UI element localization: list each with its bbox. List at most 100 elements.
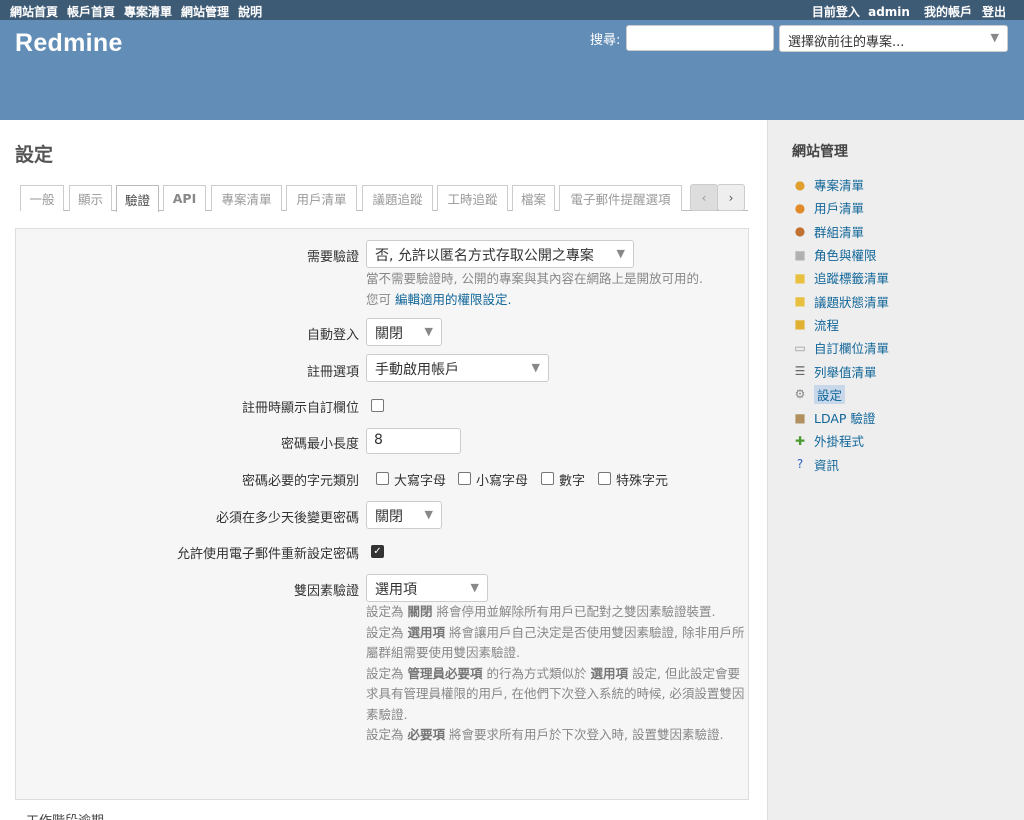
search-input[interactable] bbox=[626, 25, 775, 51]
password-max-age-label: 必須在多少天後變更密碼 bbox=[215, 511, 359, 526]
password-min-length-input[interactable]: 8 bbox=[366, 428, 461, 454]
digits-checkbox[interactable] bbox=[541, 472, 554, 485]
sidebar-item-roles[interactable]: ■ 角色與權限 bbox=[792, 243, 889, 266]
sidebar-item-label[interactable]: LDAP 驗證 bbox=[814, 408, 875, 427]
login-required-info: 當不需要驗證時, 公開的專案與其內容在網路上是開放可用的. 您可 編輯適用的權限… bbox=[366, 269, 746, 310]
show-custom-fields-checkbox[interactable] bbox=[371, 399, 384, 412]
user-link[interactable]: admin bbox=[868, 5, 910, 19]
tab-projects[interactable]: 專案清單 bbox=[211, 185, 282, 211]
list-icon: ☰ bbox=[794, 364, 806, 379]
lost-password-checkbox[interactable]: ✓ bbox=[371, 545, 384, 558]
tab-authentication[interactable]: 驗證 bbox=[116, 185, 159, 212]
chevron-right-icon: › bbox=[728, 190, 734, 205]
chevron-left-icon: ‹ bbox=[701, 190, 707, 205]
sidebar-item-user[interactable]: ● 用戶清單 bbox=[792, 196, 889, 219]
page-title: 設定 bbox=[15, 144, 54, 166]
password-max-age-value: 關閉 bbox=[375, 509, 403, 525]
top-menu: 網站首頁 帳戶首頁 專案清單 網站管理 說明 目前登入 admin 我的帳戶 登… bbox=[0, 0, 1024, 20]
menu-administration[interactable]: 網站管理 bbox=[181, 3, 229, 20]
logged-in-label: 目前登入 bbox=[811, 5, 860, 19]
sidebar-menu: ● 專案清單 ● 用戶清單 ● 群組清單 ■ 角色與權限 ■ 追蹤標籤清單 ■ 議題狀態清單 ■ 流程 ▭ 自… bbox=[792, 173, 889, 476]
sidebar-item-label[interactable]: 列舉值清單 bbox=[814, 362, 877, 381]
password-max-age-select[interactable]: 關閉 ▼ bbox=[366, 501, 442, 529]
digits-label: 數字 bbox=[559, 474, 586, 489]
sidebar-item-help[interactable]: ? 資訊 bbox=[792, 453, 889, 476]
menu-home[interactable]: 網站首頁 bbox=[10, 3, 58, 20]
group-icon: ● bbox=[794, 224, 806, 239]
info-text: 設定為 bbox=[366, 604, 404, 619]
help-icon: ? bbox=[796, 457, 804, 472]
sidebar-item-projects[interactable]: ● 專案清單 bbox=[792, 173, 889, 196]
sidebar-item-label[interactable]: 自訂欄位清單 bbox=[814, 338, 889, 357]
edit-permissions-link[interactable]: 編輯適用的權限設定. bbox=[395, 292, 511, 307]
menu-projects[interactable]: 專案清單 bbox=[124, 3, 172, 20]
settings-form-box: 需要驗證 否, 允許以匿名方式存取公開之專案 ▼ 當不需要驗證時, 公開的專案與… bbox=[15, 228, 749, 800]
project-jump-select[interactable]: 選擇欲前往的專案... ▼ bbox=[779, 25, 1008, 52]
sidebar-item-label[interactable]: 外掛程式 bbox=[814, 431, 864, 450]
sidebar-item-label[interactable]: 設定 bbox=[814, 384, 846, 404]
twofa-info-p1: 設定為 關閉 將會停用並解除所有用戶已配對之雙因素驗證裝置. bbox=[366, 602, 746, 623]
sidebar-item-label[interactable]: 專案清單 bbox=[814, 175, 864, 194]
ldap-icon: ■ bbox=[794, 410, 806, 425]
sidebar-item-group[interactable]: ● 群組清單 bbox=[792, 220, 889, 243]
tab-general[interactable]: 一般 bbox=[20, 185, 64, 211]
twofa-select[interactable]: 選用項 ▼ bbox=[366, 574, 488, 602]
tab-users[interactable]: 用戶清單 bbox=[286, 185, 357, 211]
sidebar-item-label[interactable]: 角色與權限 bbox=[814, 245, 877, 264]
info-strong: 管理員必要項 bbox=[407, 665, 483, 681]
sidebar-item-workflow[interactable]: ■ 流程 bbox=[792, 313, 889, 336]
twofa-info: 設定為 關閉 將會停用並解除所有用戶已配對之雙因素驗證裝置. 設定為 選用項 將… bbox=[366, 602, 746, 746]
sidebar-item-label[interactable]: 議題狀態清單 bbox=[814, 292, 889, 311]
sidebar-item-gear[interactable]: ⚙ 設定 bbox=[792, 383, 889, 406]
password-char-classes-label: 密碼必要的字元類別 bbox=[241, 474, 359, 489]
special-chars-checkbox[interactable] bbox=[598, 472, 611, 485]
tab-email-notifications[interactable]: 電子郵件提醒選項 bbox=[559, 185, 682, 211]
sidebar-item-label[interactable]: 流程 bbox=[814, 315, 839, 334]
uppercase-checkbox[interactable] bbox=[376, 472, 389, 485]
lost-password-label: 允許使用電子郵件重新設定密碼 bbox=[176, 547, 359, 562]
info-text: 的行為方式類似於 bbox=[486, 665, 587, 681]
info-strong: 必要項 bbox=[407, 727, 446, 742]
sidebar-item-label[interactable]: 追蹤標籤清單 bbox=[814, 268, 889, 287]
top-menu-right: 目前登入 admin 我的帳戶 登出 bbox=[798, 3, 1006, 20]
sidebar-item-custom-fields[interactable]: ▭ 自訂欄位清單 bbox=[792, 336, 889, 359]
main-content: 設定 一般 顯示 驗證 API 專案清單 用戶清單 議題追蹤 工時追蹤 檔案 電… bbox=[0, 120, 767, 820]
sidebar-item-label[interactable]: 資訊 bbox=[814, 455, 839, 474]
quick-search: 搜尋: bbox=[590, 25, 775, 51]
my-account-link[interactable]: 我的帳戶 bbox=[924, 3, 972, 20]
self-registration-select[interactable]: 手動啟用帳戶 ▼ bbox=[366, 354, 549, 382]
top-menu-left: 網站首頁 帳戶首頁 專案清單 網站管理 說明 bbox=[10, 3, 271, 20]
menu-my-page[interactable]: 帳戶首頁 bbox=[67, 3, 115, 20]
tab-files[interactable]: 檔案 bbox=[512, 185, 555, 211]
logout-link[interactable]: 登出 bbox=[982, 3, 1006, 20]
login-required-value: 否, 允許以匿名方式存取公開之專案 bbox=[375, 248, 594, 264]
login-required-select[interactable]: 否, 允許以匿名方式存取公開之專案 ▼ bbox=[366, 240, 634, 268]
autologin-select[interactable]: 關閉 ▼ bbox=[366, 318, 442, 346]
tab-label: 驗證 bbox=[124, 192, 150, 208]
lowercase-checkbox[interactable] bbox=[458, 472, 471, 485]
sidebar: 網站管理 ● 專案清單 ● 用戶清單 ● 群組清單 ■ 角色與權限 ■ 追蹤標籤清單 ■ 議題狀態清單… bbox=[767, 120, 1024, 820]
sidebar-item-list[interactable]: ☰ 列舉值清單 bbox=[792, 359, 889, 382]
sidebar-item-label[interactable]: 用戶清單 bbox=[814, 198, 864, 217]
header: Redmine 搜尋: 選擇欲前往的專案... ▼ bbox=[0, 20, 1024, 120]
tab-time-tracking[interactable]: 工時追蹤 bbox=[437, 185, 508, 211]
sidebar-item-label[interactable]: 群組清單 bbox=[814, 222, 864, 241]
tab-issue-tracking[interactable]: 議題追蹤 bbox=[362, 185, 433, 211]
projects-icon: ● bbox=[794, 177, 806, 192]
tab-api[interactable]: API bbox=[163, 185, 206, 211]
menu-help[interactable]: 說明 bbox=[238, 3, 262, 20]
tab-scroll-right-button[interactable]: › bbox=[717, 184, 745, 211]
tab-scroll-left-button[interactable]: ‹ bbox=[690, 184, 718, 211]
sidebar-item-plugin[interactable]: ✚ 外掛程式 bbox=[792, 429, 889, 452]
login-required-label: 需要驗證 bbox=[306, 250, 359, 265]
chevron-down-icon: ▼ bbox=[531, 361, 540, 374]
twofa-value: 選用項 bbox=[375, 582, 417, 598]
custom-fields-icon: ▭ bbox=[794, 340, 806, 355]
sidebar-item-ldap[interactable]: ■ LDAP 驗證 bbox=[792, 406, 889, 429]
info-text: 將會停用並解除所有用戶已配對之雙因素驗證裝置. bbox=[436, 604, 716, 619]
sidebar-item-tracker[interactable]: ■ 追蹤標籤清單 bbox=[792, 266, 889, 289]
info-text: 設定為 bbox=[366, 665, 404, 681]
tab-display[interactable]: 顯示 bbox=[69, 185, 112, 211]
sidebar-item-issue-status[interactable]: ■ 議題狀態清單 bbox=[792, 289, 889, 312]
settings-tabs: 一般 顯示 驗證 API 專案清單 用戶清單 議題追蹤 工時追蹤 檔案 電子郵件… bbox=[20, 184, 748, 212]
